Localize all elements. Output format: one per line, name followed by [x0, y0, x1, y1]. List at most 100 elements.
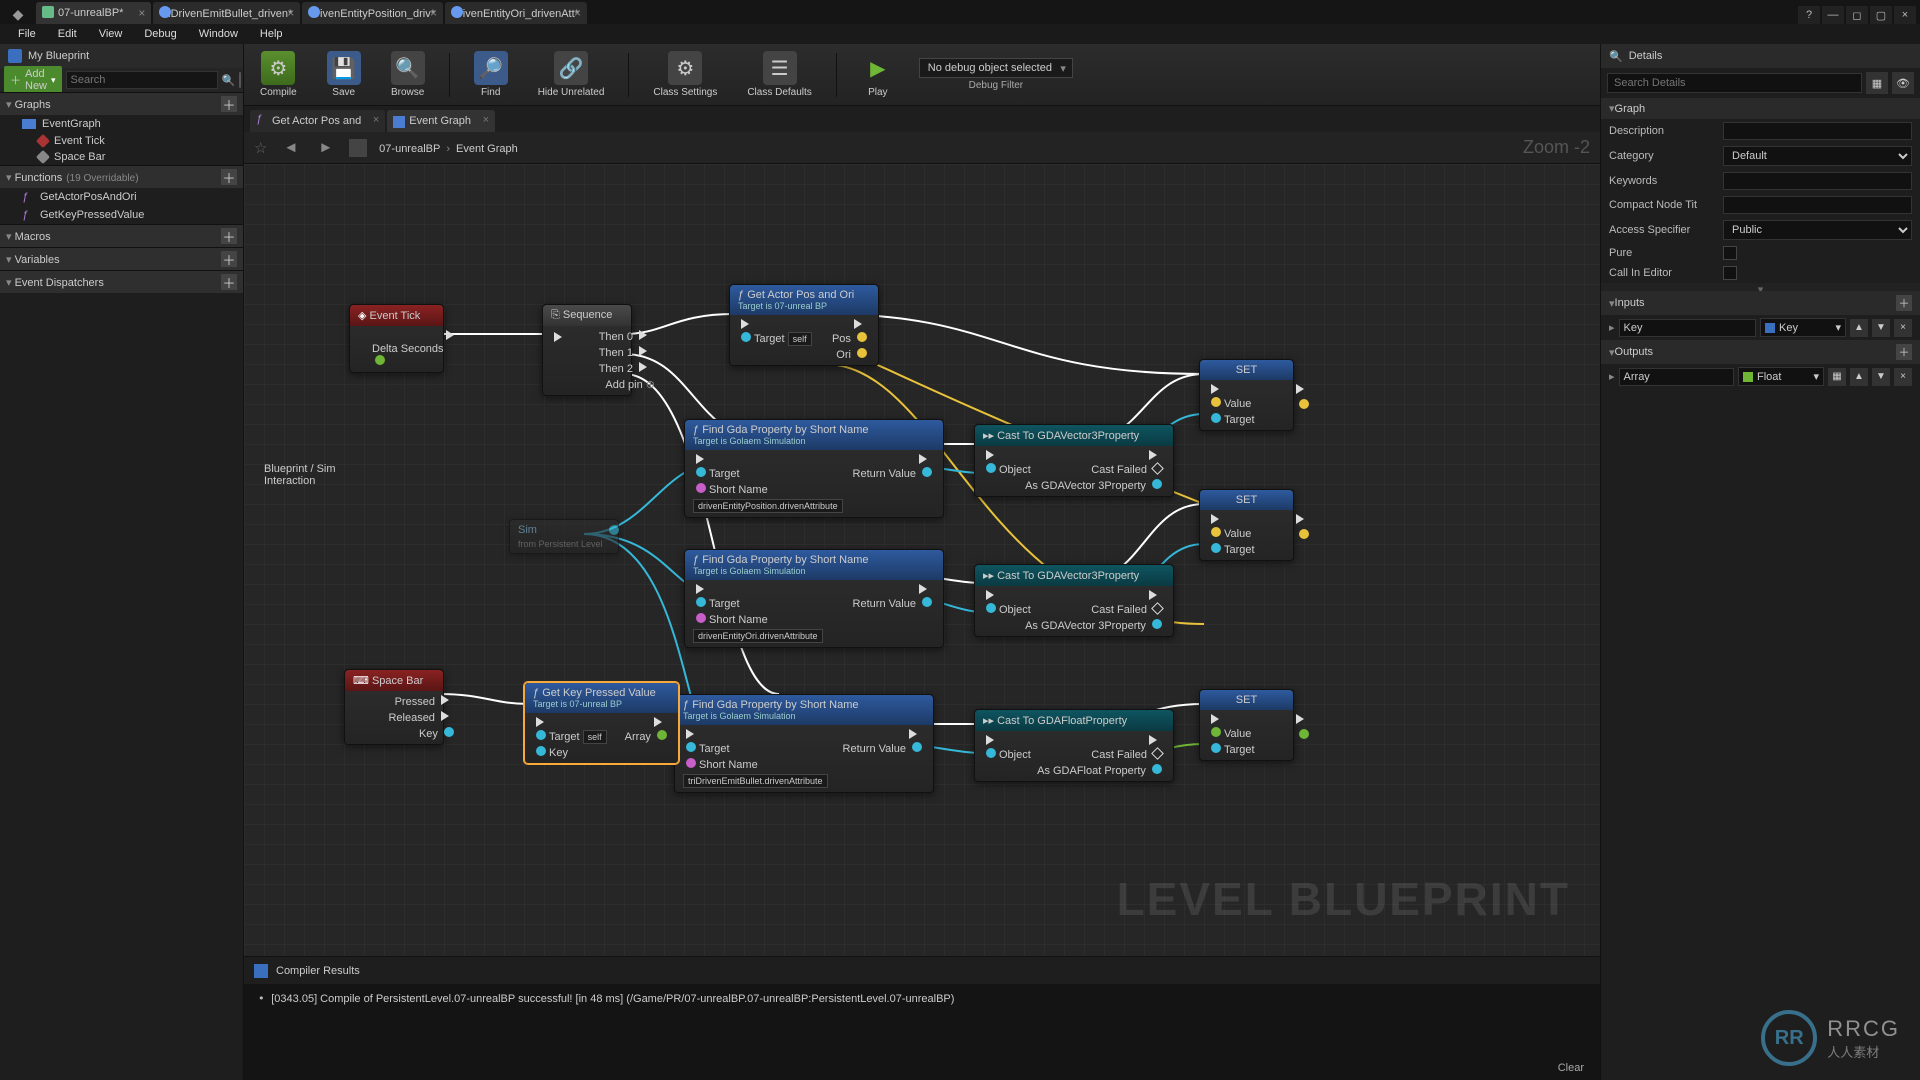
section-macros[interactable]: Macros＋	[0, 224, 243, 247]
node-cast-float[interactable]: ▸▸ Cast To GDAFloatProperty ObjectCast F…	[974, 709, 1174, 782]
node-set-3[interactable]: SET Value Target	[1199, 689, 1294, 761]
search-icon[interactable]: 🔍	[222, 74, 236, 87]
description-input[interactable]	[1723, 122, 1912, 140]
move-up-icon[interactable]: ▲	[1850, 319, 1868, 337]
restore-icon[interactable]: ◻	[1846, 6, 1868, 24]
add-function-button[interactable]: ＋	[221, 169, 237, 185]
input-name[interactable]: Key	[1619, 319, 1756, 337]
node-sim-ref[interactable]: Simfrom Persistent Level	[509, 519, 619, 554]
section-dispatchers[interactable]: Event Dispatchers＋	[0, 270, 243, 293]
graph-tab[interactable]: Event Graph×	[387, 110, 495, 132]
add-graph-button[interactable]: ＋	[221, 96, 237, 112]
move-down-icon[interactable]: ▼	[1872, 368, 1890, 386]
node-get-actor-pos[interactable]: ƒ Get Actor Pos and OriTarget is 07-unre…	[729, 284, 879, 366]
remove-input-icon[interactable]: ×	[1894, 319, 1912, 337]
node-find-gda-2[interactable]: ƒ Find Gda Property by Short NameTarget …	[684, 549, 944, 648]
call-in-editor-checkbox[interactable]	[1723, 266, 1737, 280]
add-variable-button[interactable]: ＋	[221, 251, 237, 267]
close-icon[interactable]: ×	[373, 114, 379, 126]
close-icon[interactable]: ×	[287, 5, 294, 21]
menu-file[interactable]: File	[8, 26, 46, 42]
graph-sub-spacebar[interactable]: Space Bar	[0, 149, 243, 165]
node-find-gda-3[interactable]: ƒ Find Gda Property by Short NameTarget …	[674, 694, 934, 793]
add-output-button[interactable]: ＋	[1896, 344, 1912, 360]
compile-button[interactable]: ⚙Compile	[254, 49, 303, 100]
node-find-gda-1[interactable]: ƒ Find Gda Property by Short NameTarget …	[684, 419, 944, 518]
class-settings-button[interactable]: ⚙Class Settings	[647, 49, 723, 100]
node-set-1[interactable]: SET Value Target	[1199, 359, 1294, 431]
output-name[interactable]: Array	[1619, 368, 1734, 386]
view-options-icon[interactable]	[239, 72, 241, 88]
input-type-select[interactable]: Key▾	[1760, 318, 1846, 337]
nav-back-icon[interactable]: ◄	[279, 139, 302, 156]
node-cast-vec3-1[interactable]: ▸▸ Cast To GDAVector3Property ObjectCast…	[974, 424, 1174, 497]
close-icon[interactable]: ×	[483, 114, 489, 126]
section-inputs[interactable]: Inputs＋	[1601, 291, 1920, 315]
node-sequence[interactable]: ⎘ Sequence Then 0 Then 1 Then 2 Add pin …	[542, 304, 632, 396]
hide-unrelated-button[interactable]: 🔗Hide Unrelated	[532, 49, 611, 100]
section-graphs[interactable]: Graphs＋	[0, 92, 243, 115]
panel-tab[interactable]: My Blueprint	[0, 44, 243, 68]
menu-help[interactable]: Help	[250, 26, 293, 42]
nav-fwd-icon[interactable]: ►	[314, 139, 337, 156]
section-graph[interactable]: Graph	[1601, 98, 1920, 119]
search-details-input[interactable]	[1607, 73, 1862, 93]
function-item[interactable]: GetKeyPressedValue	[0, 206, 243, 224]
function-item[interactable]: GetActorPosAndOri	[0, 188, 243, 206]
search-input[interactable]	[66, 71, 218, 89]
node-get-key-pressed[interactable]: ƒ Get Key Pressed ValueTarget is 07-unre…	[524, 682, 679, 764]
access-select[interactable]: Public	[1723, 220, 1912, 240]
node-set-2[interactable]: SET Value Target	[1199, 489, 1294, 561]
menu-debug[interactable]: Debug	[134, 26, 186, 42]
play-button[interactable]: ▶Play	[855, 49, 901, 100]
class-defaults-button[interactable]: ☰Class Defaults	[741, 49, 817, 100]
maximize-icon[interactable]: ▢	[1870, 6, 1892, 24]
help-icon[interactable]: ?	[1798, 6, 1820, 24]
title-tab[interactable]: 07-unrealBP*×	[36, 2, 151, 24]
graph-canvas[interactable]: ◈ Event Tick Delta Seconds ⎘ Sequence Th…	[244, 164, 1600, 956]
panel-tab-details[interactable]: 🔍Details	[1601, 44, 1920, 68]
menu-window[interactable]: Window	[189, 26, 248, 42]
graph-tab[interactable]: Get Actor Pos and×	[250, 110, 385, 132]
add-dispatcher-button[interactable]: ＋	[221, 274, 237, 290]
browse-button[interactable]: 🔍Browse	[385, 49, 431, 100]
category-select[interactable]: Default	[1723, 146, 1912, 166]
compact-title-input[interactable]	[1723, 196, 1912, 214]
graph-item-eventgraph[interactable]: EventGraph	[0, 115, 243, 133]
minimize-icon[interactable]: —	[1822, 6, 1844, 24]
save-button[interactable]: 💾Save	[321, 49, 367, 100]
node-event-tick[interactable]: ◈ Event Tick Delta Seconds	[349, 304, 444, 373]
menu-view[interactable]: View	[89, 26, 133, 42]
pure-checkbox[interactable]	[1723, 246, 1737, 260]
eye-icon[interactable]: 👁	[1892, 72, 1914, 94]
graph-sub-eventtick[interactable]: Event Tick	[0, 133, 243, 149]
array-icon[interactable]: ▦	[1828, 368, 1846, 386]
matrix-view-icon[interactable]: ▦	[1866, 72, 1888, 94]
title-tab[interactable]: drivenEntityOri_drivenAtt*×	[445, 2, 587, 24]
close-icon[interactable]: ×	[574, 5, 581, 21]
add-new-button[interactable]: ＋Add New	[4, 66, 62, 94]
keywords-input[interactable]	[1723, 172, 1912, 190]
move-down-icon[interactable]: ▼	[1872, 319, 1890, 337]
title-tab[interactable]: triDrivenEmitBullet_driven*×	[153, 2, 300, 24]
debug-object-select[interactable]: No debug object selected	[919, 58, 1073, 78]
favorite-icon[interactable]: ☆	[254, 139, 267, 157]
close-window-icon[interactable]: ×	[1894, 6, 1916, 24]
add-input-button[interactable]: ＋	[1896, 295, 1912, 311]
node-space-bar[interactable]: ⌨ Space Bar Pressed Released Key	[344, 669, 444, 745]
section-outputs[interactable]: Outputs＋	[1601, 340, 1920, 364]
close-icon[interactable]: ×	[430, 5, 437, 21]
section-functions[interactable]: Functions(19 Overridable)＋	[0, 165, 243, 188]
move-up-icon[interactable]: ▲	[1850, 368, 1868, 386]
section-variables[interactable]: Variables＋	[0, 247, 243, 270]
close-icon[interactable]: ×	[138, 5, 145, 21]
add-macro-button[interactable]: ＋	[221, 228, 237, 244]
output-type-select[interactable]: Float▾	[1738, 367, 1824, 386]
title-tab[interactable]: drivenEntityPosition_driv*×	[302, 2, 443, 24]
node-cast-vec3-2[interactable]: ▸▸ Cast To GDAVector3Property ObjectCast…	[974, 564, 1174, 637]
remove-output-icon[interactable]: ×	[1894, 368, 1912, 386]
breadcrumb[interactable]: 07-unrealBP›Event Graph	[379, 139, 518, 157]
find-button[interactable]: 🔎Find	[468, 49, 514, 100]
compiler-results-tab[interactable]: Compiler Results	[244, 956, 1600, 984]
clear-log-button[interactable]: Clear	[1558, 1062, 1584, 1074]
